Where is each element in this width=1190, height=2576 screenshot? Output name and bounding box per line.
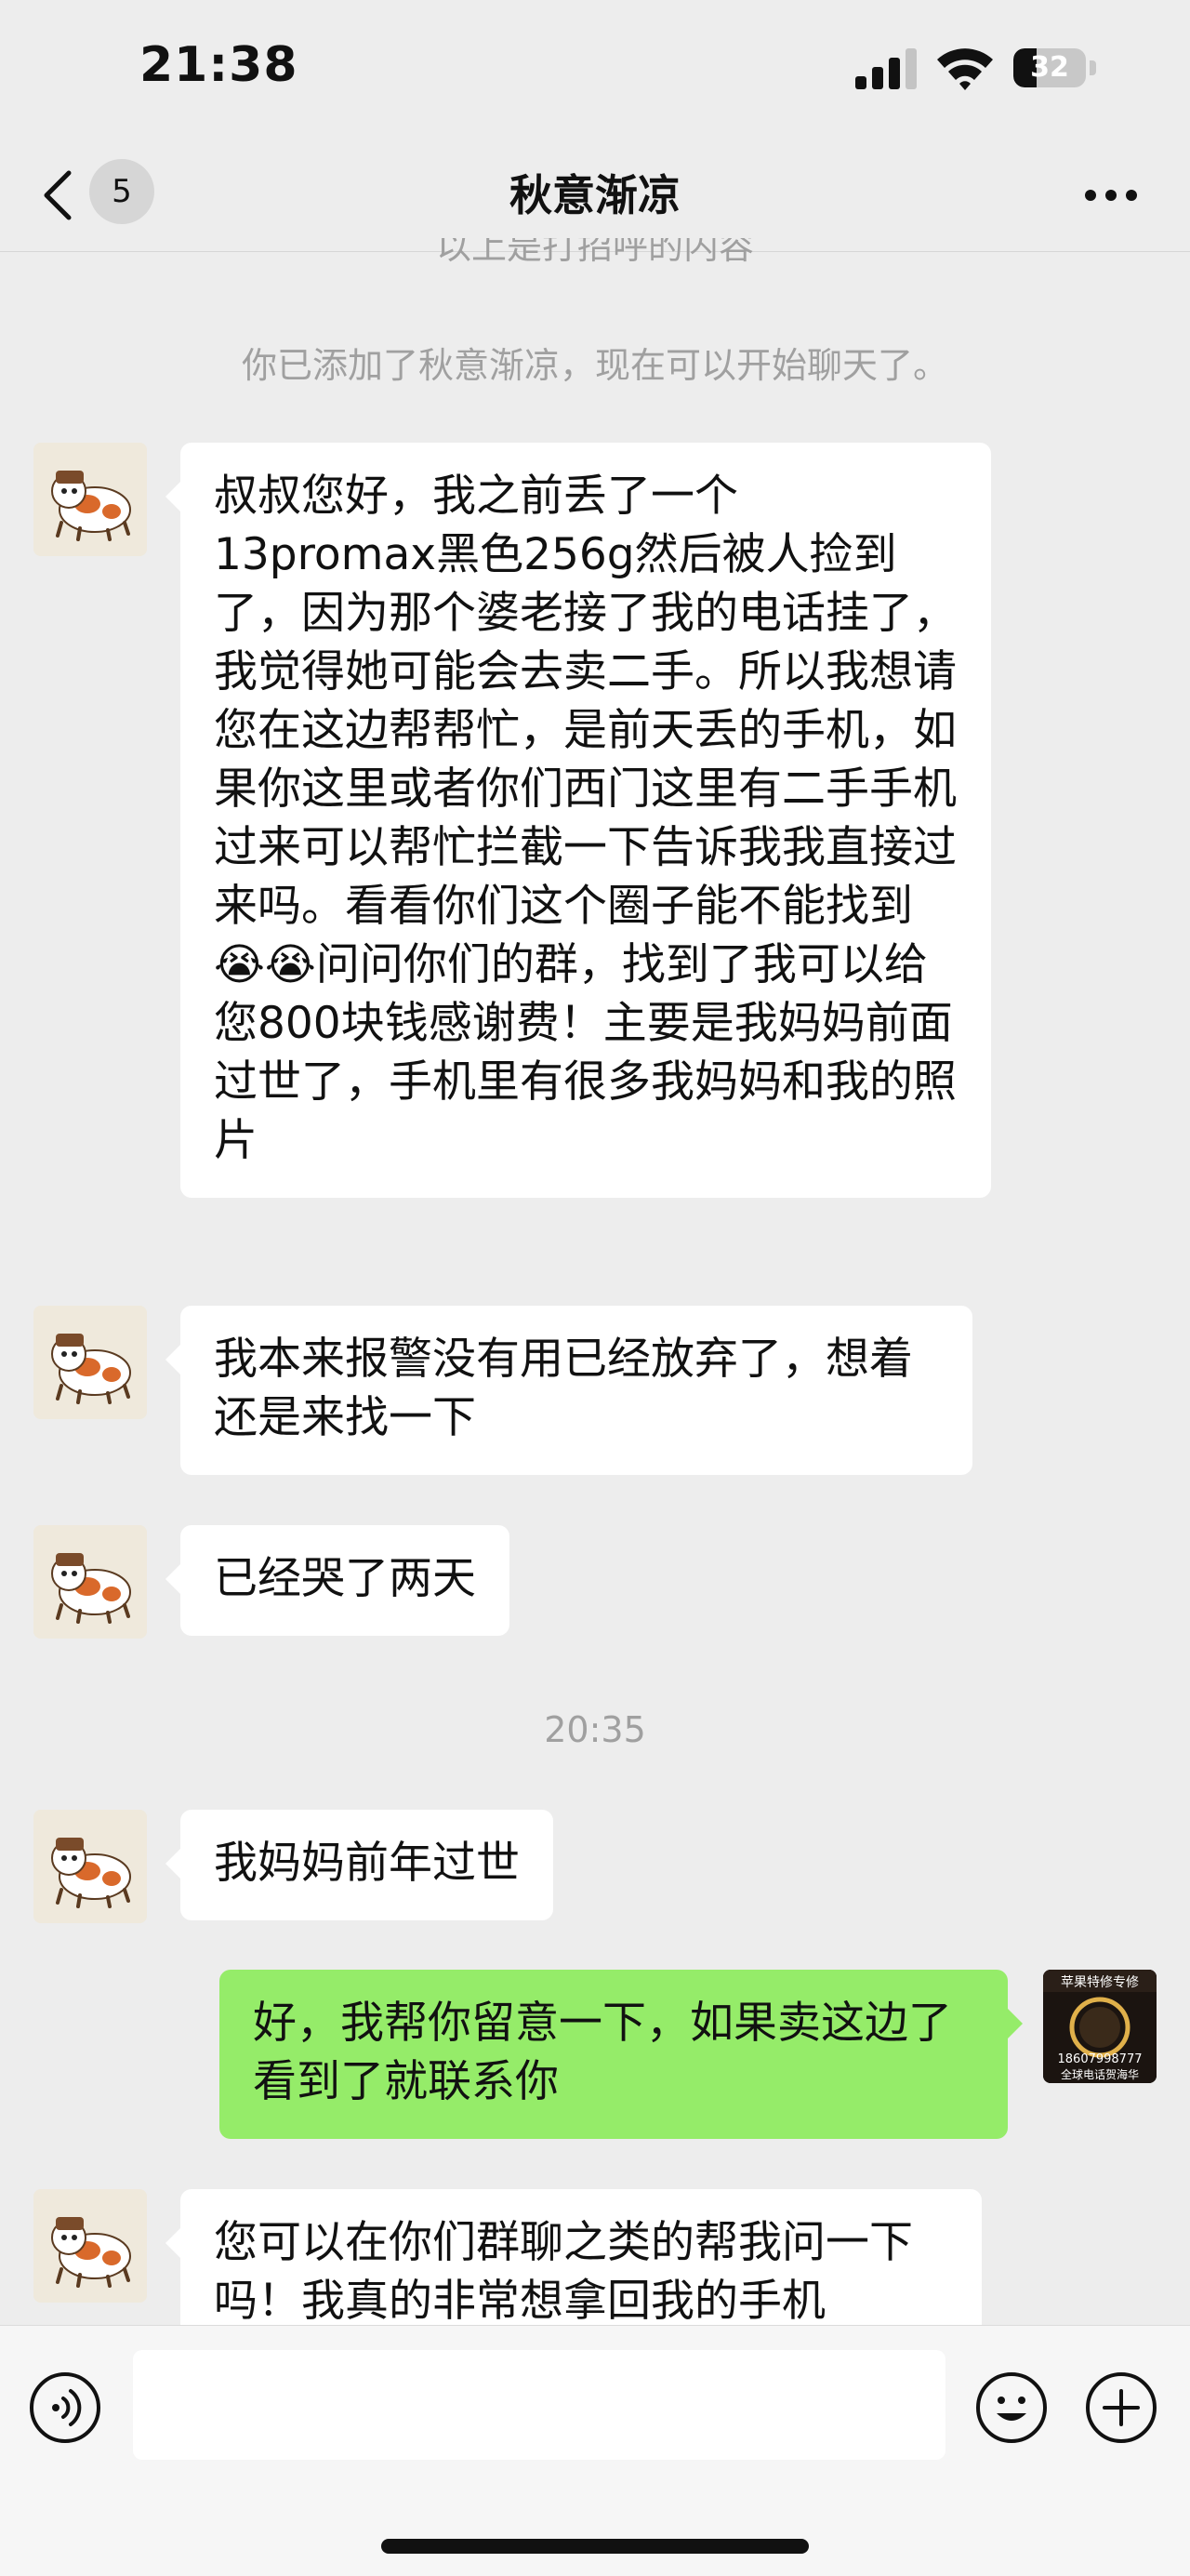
system-notice-greeting: 以上是打招呼的内容 [435,238,754,267]
avatar-title-text: 苹果特修专修 [1061,1975,1139,1990]
message-input[interactable] [133,2350,945,2460]
cartoon-animal-icon [33,2189,147,2303]
cartoon-animal-icon [33,1525,147,1639]
chat-title: 秋意渐凉 [509,170,681,220]
cartoon-animal-icon [33,443,147,556]
contact-avatar[interactable] [33,443,147,556]
add-attachment-icon[interactable] [1084,2370,1158,2445]
received-message-bubble[interactable]: 我妈妈前年过世 [165,1810,553,1920]
cartoon-animal-icon [33,1810,147,1923]
received-message-bubble[interactable]: 已经哭了两天 [165,1525,509,1636]
voice-input-icon[interactable] [28,2370,102,2445]
received-message-bubble[interactable]: 叔叔您好，我之前丢了一个13promax黑色256g然后被人捡到了，因为那个婆老… [165,443,991,1198]
apple-logo-avatar-icon: 苹果特修专修 18607998777 全球电话贺海华 [1043,1970,1157,2083]
more-options-icon[interactable] [1084,189,1138,202]
battery-level: 32 [1030,51,1069,84]
contact-avatar[interactable] [33,1810,147,1923]
cellular-signal-icon [855,48,917,89]
avatar-subtitle-text: 全球电话贺海华 [1061,2067,1139,2081]
system-notice-friend-added: 你已添加了秋意渐凉，现在可以开始聊天了。 [241,345,948,386]
battery-icon: 32 [1013,48,1097,87]
contact-avatar[interactable] [33,2189,147,2303]
sent-message-bubble[interactable]: 好，我帮你留意一下，如果卖这边了看到了就联系你 [219,1970,1023,2139]
status-bar: 21:38 32 [0,0,1190,139]
status-time: 21:38 [139,37,298,93]
unread-count-badge[interactable]: 5 [89,159,154,224]
emoji-icon[interactable] [974,2370,1049,2445]
home-indicator [381,2539,809,2554]
cartoon-animal-icon [33,1306,147,1419]
message-timestamp: 20:35 [544,1709,646,1750]
wifi-icon [937,48,993,90]
contact-avatar[interactable] [33,1306,147,1419]
contact-avatar[interactable] [33,1525,147,1639]
my-avatar[interactable]: 苹果特修专修 18607998777 全球电话贺海华 [1043,1970,1157,2083]
received-message-bubble[interactable]: 我本来报警没有用已经放弃了，想着还是来找一下 [165,1306,972,1475]
avatar-phone-text: 18607998777 [1058,2052,1143,2066]
chat-header: 秋意渐凉 [0,139,1190,252]
